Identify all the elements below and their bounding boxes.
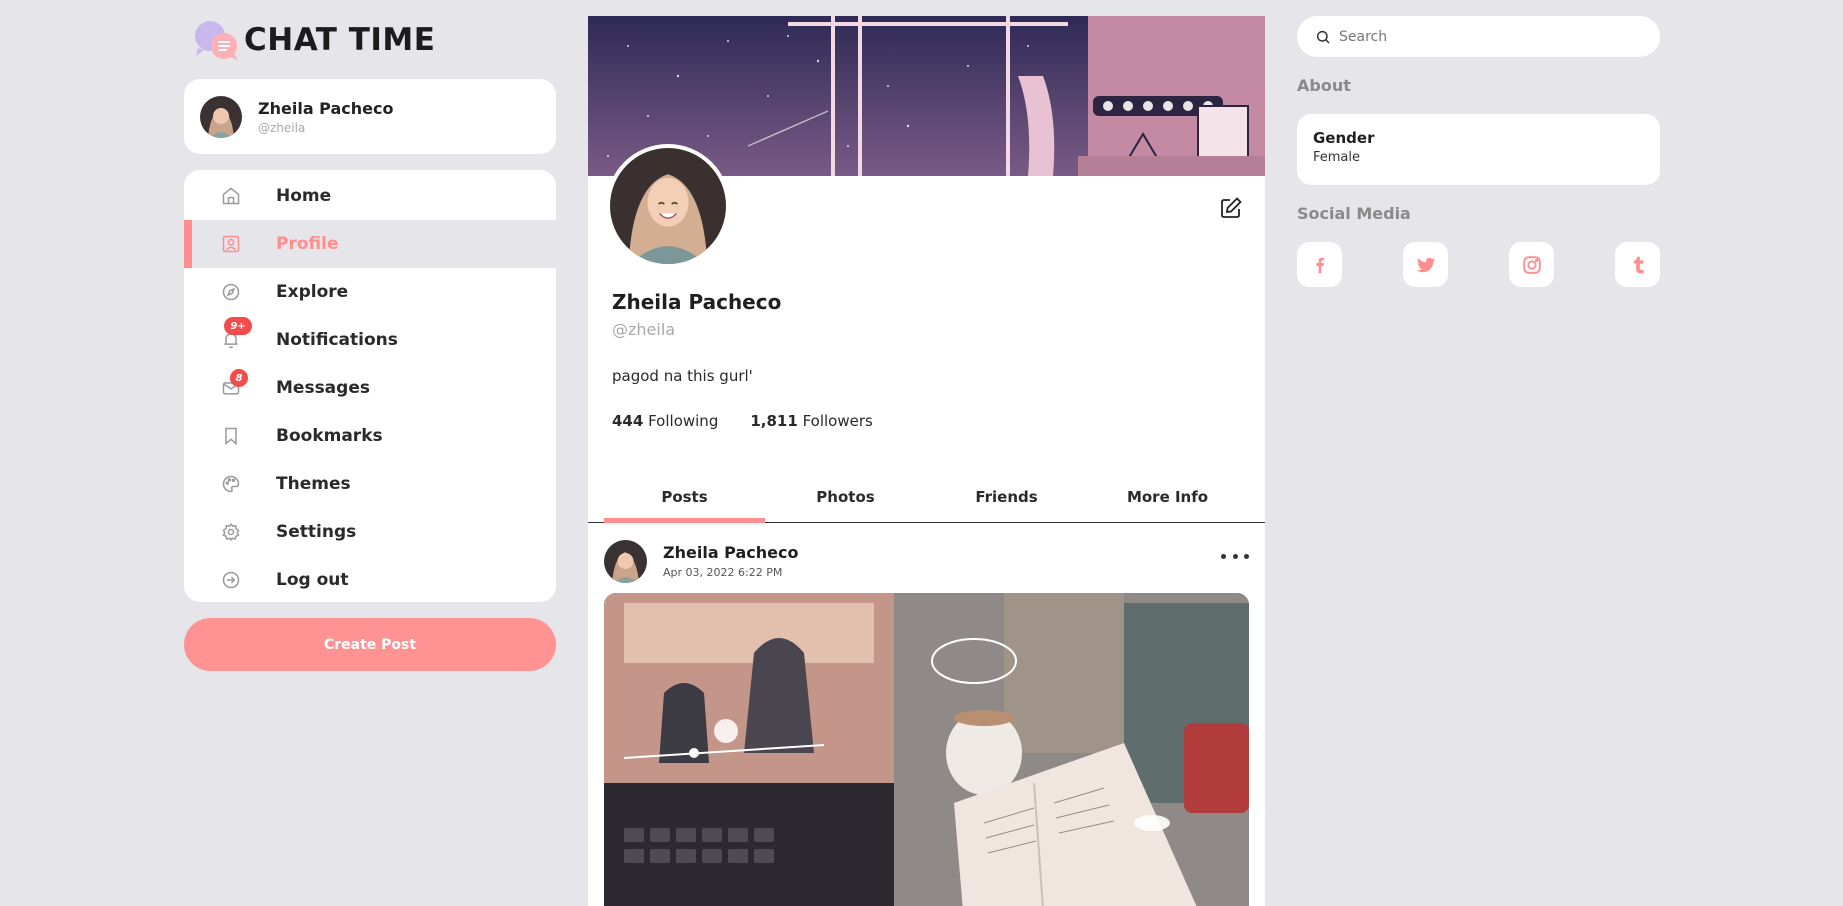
nav-item-explore[interactable]: Explore (184, 268, 556, 316)
current-user-card[interactable]: Zheila Pacheco @zheila (184, 79, 556, 154)
twitter-icon (1416, 257, 1435, 272)
more-dots-icon (1221, 553, 1226, 559)
post-image[interactable] (604, 593, 1249, 906)
messages-badge: 8 (230, 369, 248, 387)
social-links (1297, 242, 1660, 287)
post-header: Zheila Pacheco Apr 03, 2022 6:22 PM (604, 538, 1249, 584)
followers-label: Followers (802, 412, 873, 430)
nav-label: Messages (276, 378, 370, 398)
app-title: CHAT TIME (244, 22, 436, 58)
about-value: Female (1313, 150, 1361, 165)
mail-icon: 8 (220, 369, 248, 399)
tab-posts[interactable]: Posts (604, 472, 765, 523)
following-label: Following (648, 412, 719, 430)
tab-photos[interactable]: Photos (765, 472, 926, 522)
search-input[interactable] (1339, 28, 1639, 45)
following-count: 444 (612, 412, 644, 430)
followers-stat[interactable]: 1,811 Followers (750, 412, 873, 430)
profile-handle: @zheila (612, 320, 676, 339)
bookmark-icon (220, 425, 242, 447)
nav-label: Notifications (276, 330, 398, 350)
nav-item-logout[interactable]: Log out (184, 556, 556, 602)
social-media-title: Social Media (1297, 204, 1411, 223)
edit-icon (1221, 197, 1242, 218)
profile-name: Zheila Pacheco (612, 290, 782, 314)
palette-icon (220, 473, 242, 495)
nav-item-bookmarks[interactable]: Bookmarks (184, 412, 556, 460)
following-stat[interactable]: 444 Following (612, 412, 718, 430)
profile-icon (220, 233, 242, 255)
nav-item-settings[interactable]: Settings (184, 508, 556, 556)
home-icon (220, 185, 242, 207)
tumblr-link[interactable] (1615, 242, 1660, 287)
profile-tabs: Posts Photos Friends More Info (588, 472, 1265, 523)
logout-icon (220, 569, 242, 591)
facebook-link[interactable] (1297, 242, 1342, 287)
avatar (200, 95, 242, 138)
about-key: Gender (1313, 129, 1375, 147)
nav-item-themes[interactable]: Themes (184, 460, 556, 508)
nav-label: Themes (276, 474, 351, 494)
profile-panel: Zheila Pacheco @zheila pagod na this gur… (588, 16, 1265, 906)
post-date: Apr 03, 2022 6:22 PM (663, 566, 783, 579)
user-handle: @zheila (258, 120, 306, 135)
search-bar[interactable] (1297, 16, 1660, 57)
profile-stats: 444 Following 1,811 Followers (612, 412, 905, 430)
nav-label: Log out (276, 570, 349, 590)
about-card: Gender Female (1297, 114, 1660, 185)
create-post-button[interactable]: Create Post (184, 618, 556, 671)
edit-profile-button[interactable] (1219, 196, 1243, 220)
nav-item-messages[interactable]: 8 Messages (184, 364, 556, 412)
post-options-button[interactable] (1221, 546, 1249, 566)
facebook-icon (1315, 257, 1324, 273)
notifications-badge: 9+ (224, 317, 252, 335)
nav-label: Explore (276, 282, 349, 302)
chat-bubbles-logo-icon (195, 21, 238, 60)
main-nav: Home Profile Explore 9+ Notifications 8 (184, 170, 556, 602)
tumblr-icon (1633, 256, 1643, 273)
avatar[interactable] (604, 539, 647, 583)
profile-bio: pagod na this gurl' (612, 367, 753, 385)
about-title: About (1297, 76, 1351, 95)
nav-label: Profile (276, 234, 339, 254)
bell-icon: 9+ (220, 317, 252, 351)
search-icon (1316, 30, 1330, 44)
instagram-link[interactable] (1509, 242, 1554, 287)
nav-item-notifications[interactable]: 9+ Notifications (184, 316, 556, 364)
compass-icon (220, 281, 242, 303)
app-logo[interactable]: CHAT TIME (190, 18, 435, 62)
nav-item-home[interactable]: Home (184, 172, 556, 220)
tab-more-info[interactable]: More Info (1087, 472, 1248, 522)
instagram-icon (1522, 255, 1541, 274)
twitter-link[interactable] (1403, 242, 1448, 287)
post-author[interactable]: Zheila Pacheco (663, 543, 798, 562)
user-name: Zheila Pacheco (258, 98, 394, 118)
nav-label: Bookmarks (276, 426, 383, 446)
tab-friends[interactable]: Friends (926, 472, 1087, 522)
nav-label: Home (276, 186, 332, 206)
followers-count: 1,811 (750, 412, 798, 430)
nav-item-profile[interactable]: Profile (184, 220, 556, 268)
nav-label: Settings (276, 522, 357, 542)
gear-icon (220, 521, 242, 543)
profile-avatar[interactable] (606, 144, 730, 268)
